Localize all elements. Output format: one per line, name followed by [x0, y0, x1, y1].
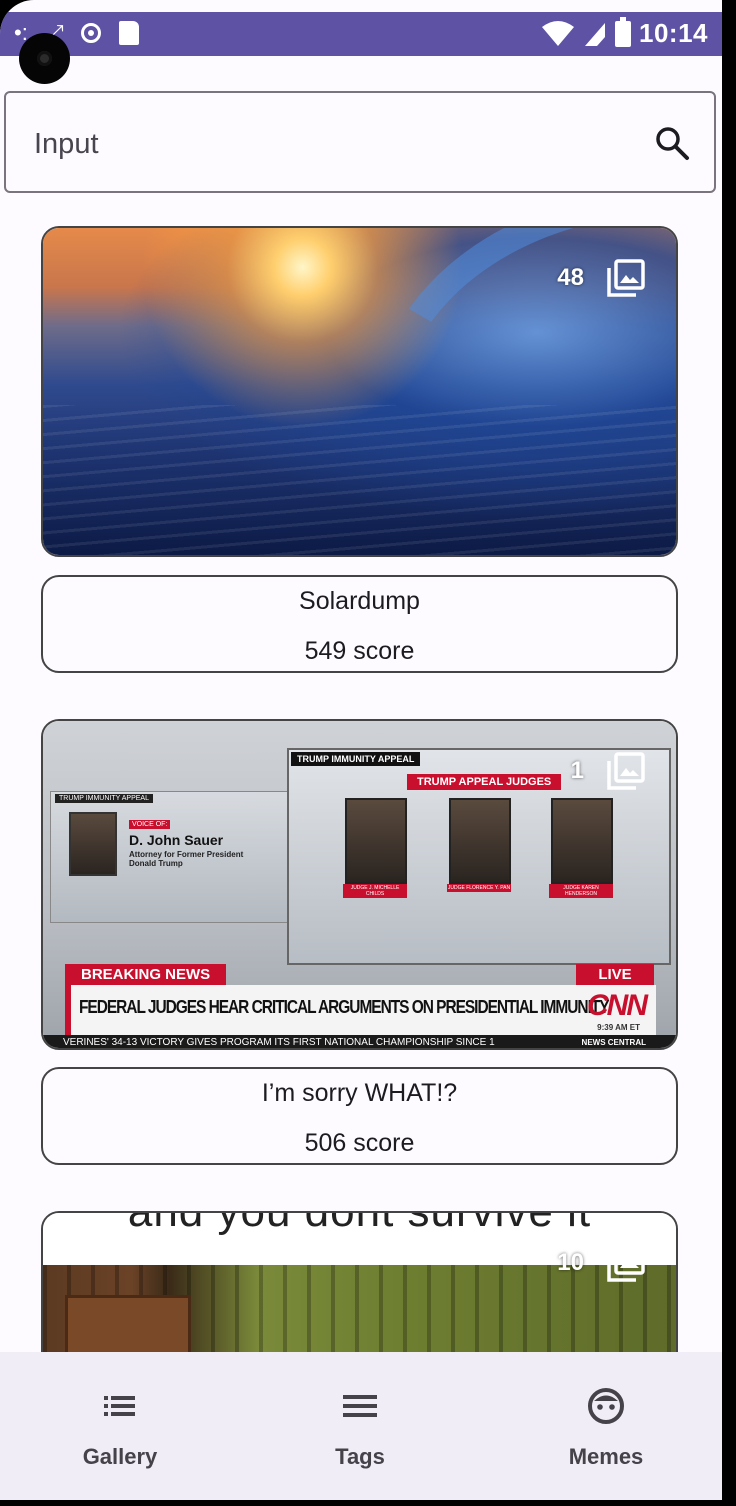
post-title: Solardump — [299, 587, 420, 615]
news-headline: FEDERAL JUDGES HEAR CRITICAL ARGUMENTS O… — [79, 997, 610, 1017]
status-bar: •: ⤢ 10:14 — [0, 12, 722, 56]
judge-photo — [345, 798, 407, 884]
judge-card: JUDGE J. MICHELLE CHILDS — [343, 798, 407, 898]
image-count: 10 — [557, 1249, 584, 1276]
signal-icon — [585, 22, 605, 46]
person-name: D. John Sauer — [129, 832, 224, 848]
gallery-icon — [607, 259, 645, 297]
news-ticker: VERINES' 34-13 VICTORY GIVES PROGRAM ITS… — [43, 1035, 676, 1048]
search-icon[interactable] — [652, 123, 692, 163]
network-logo: CNN — [587, 989, 648, 1022]
voice-of-tag: VOICE OF: — [129, 820, 171, 829]
battery-icon — [615, 16, 631, 47]
post-image[interactable]: TRUMP IMMUNITY APPEAL VOICE OF: D. John … — [41, 719, 678, 1050]
judge-photo — [551, 798, 613, 884]
judge-photo — [449, 798, 511, 884]
nav-label-gallery: Gallery — [82, 1444, 158, 1469]
app-screen: •: ⤢ 10:14 48 Solardump 549 score — [0, 0, 722, 1500]
status-time: 10:14 — [639, 18, 708, 48]
face-icon — [588, 1388, 624, 1424]
judge-name: JUDGE KAREN HENDERSON — [549, 884, 613, 898]
judges-tag: TRUMP APPEAL JUDGES — [407, 774, 562, 790]
menu-icon — [343, 1395, 377, 1417]
judge-name: JUDGE J. MICHELLE CHILDS — [343, 884, 407, 898]
headline-bar: FEDERAL JUDGES HEAR CRITICAL ARGUMENTS O… — [65, 985, 656, 1035]
sd-card-icon — [119, 21, 140, 45]
image-count: 48 — [557, 264, 584, 291]
post-score: 506 score — [304, 1129, 415, 1157]
list-icon — [104, 1396, 135, 1416]
judge-name: JUDGE FLORENCE Y. PAN — [447, 884, 511, 892]
gallery-icon — [607, 752, 645, 790]
nav-label-tags: Tags — [335, 1444, 385, 1469]
person-photo — [69, 812, 117, 876]
breaking-news-banner: BREAKING NEWS — [65, 964, 227, 985]
nav-item-memes[interactable]: Memes — [486, 1352, 722, 1500]
live-badge: LIVE — [576, 964, 654, 985]
news-tag: TRUMP IMMUNITY APPEAL — [291, 752, 421, 766]
gallery-icon — [607, 1244, 645, 1282]
wifi-icon — [542, 20, 574, 46]
news-timestamp: 9:39 AM ET — [597, 1023, 640, 1032]
news-tag: TRUMP IMMUNITY APPEAL — [55, 794, 153, 803]
front-camera — [19, 33, 70, 84]
ticker-tag: NEWS CENTRAL — [577, 1035, 650, 1048]
nav-item-gallery[interactable]: Gallery — [0, 1352, 240, 1500]
ticker-text: VERINES' 34-13 VICTORY GIVES PROGRAM ITS… — [63, 1037, 495, 1048]
judge-card: JUDGE KAREN HENDERSON — [549, 798, 613, 898]
judge-card: JUDGE FLORENCE Y. PAN — [447, 798, 511, 892]
record-icon — [81, 23, 102, 43]
post-title: I’m sorry WHAT!? — [261, 1079, 458, 1107]
image-count: 1 — [570, 757, 584, 784]
post-info-card[interactable]: Solardump 549 score — [41, 575, 678, 673]
bottom-navigation: Gallery Tags Memes — [0, 1352, 722, 1500]
nav-label-memes: Memes — [568, 1444, 644, 1469]
meme-caption: and you dont survive it — [127, 1211, 592, 1236]
news-left-panel: TRUMP IMMUNITY APPEAL VOICE OF: D. John … — [50, 791, 290, 923]
nav-item-tags[interactable]: Tags — [240, 1352, 480, 1500]
search-input[interactable] — [32, 123, 636, 165]
post-image[interactable]: 48 — [41, 226, 678, 557]
post-info-card[interactable]: I’m sorry WHAT!? 506 score — [41, 1067, 678, 1165]
status-icons-right: 10:14 — [541, 16, 708, 49]
post-score: 549 score — [304, 637, 415, 665]
person-description: Attorney for Former President Donald Tru… — [129, 850, 244, 868]
search-field[interactable] — [4, 91, 716, 193]
